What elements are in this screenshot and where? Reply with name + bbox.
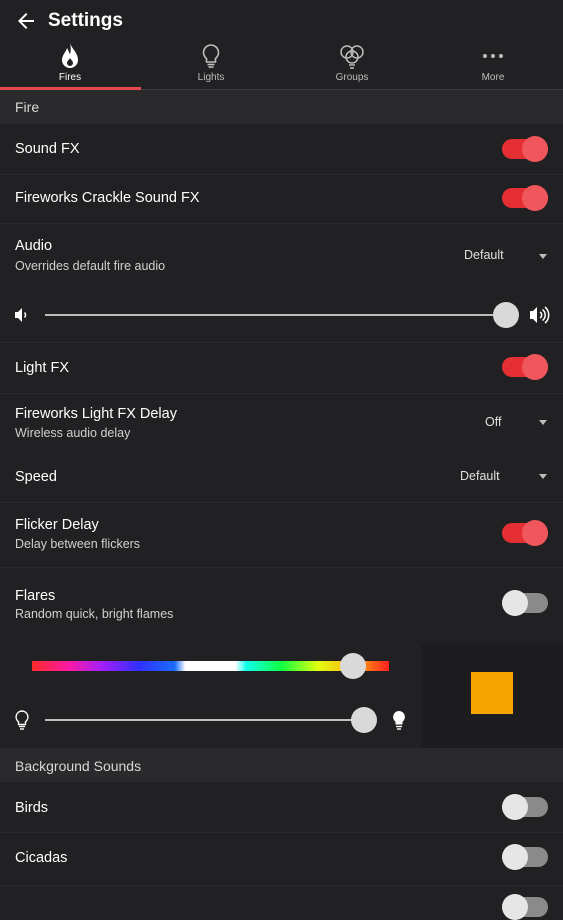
birds-toggle[interactable] xyxy=(502,794,548,820)
partial-toggle[interactable] xyxy=(502,894,548,920)
brightness-slider-thumb[interactable] xyxy=(351,707,377,733)
sound-fx-toggle[interactable] xyxy=(502,136,548,162)
setting-row-audio[interactable]: Audio Overrides default fire audio Defau… xyxy=(0,224,563,292)
volume-high-icon xyxy=(530,306,550,324)
groups-icon xyxy=(340,45,364,69)
bulb-bright-icon xyxy=(393,711,405,730)
setting-label: Audio xyxy=(15,238,53,254)
volume-low-icon xyxy=(15,308,27,322)
setting-label: Flares xyxy=(15,588,56,604)
flares-toggle[interactable] xyxy=(502,590,548,616)
audio-dropdown-value[interactable]: Default xyxy=(464,248,504,262)
setting-row-flicker-delay[interactable]: Flicker Delay Delay between flickers xyxy=(0,503,563,567)
setting-label: Light FX xyxy=(15,360,69,376)
flame-icon xyxy=(62,43,78,68)
more-dots-icon xyxy=(483,54,503,58)
setting-row-birds[interactable]: Birds xyxy=(0,782,563,832)
flicker-delay-toggle[interactable] xyxy=(502,520,548,546)
setting-row-speed[interactable]: Speed Default xyxy=(0,454,563,502)
hue-slider-track[interactable] xyxy=(32,661,389,671)
setting-sublabel: Delay between flickers xyxy=(15,537,141,551)
app-bar: Settings Fires Lights Groups More xyxy=(0,0,563,90)
tab-label: More xyxy=(481,72,505,83)
setting-row-cicadas[interactable]: Cicadas xyxy=(0,833,563,885)
brightness-slider-track[interactable] xyxy=(45,719,365,721)
setting-row-partial[interactable] xyxy=(0,886,563,920)
color-swatch[interactable] xyxy=(471,672,513,714)
volume-slider-track[interactable] xyxy=(45,314,507,316)
bulb-dim-icon xyxy=(15,710,29,730)
hue-slider-thumb[interactable] xyxy=(340,653,366,679)
tab-groups[interactable]: Groups xyxy=(282,40,422,88)
setting-row-light-fx[interactable]: Light FX xyxy=(0,343,563,393)
setting-label: Cicadas xyxy=(15,850,68,866)
setting-sublabel: Random quick, bright flames xyxy=(15,607,174,621)
setting-row-sound-fx[interactable]: Sound FX xyxy=(0,124,563,174)
crackle-sound-fx-toggle[interactable] xyxy=(502,185,548,211)
tab-label: Groups xyxy=(335,72,369,83)
light-fx-toggle[interactable] xyxy=(502,354,548,380)
tab-lights[interactable]: Lights xyxy=(141,40,281,88)
back-arrow-icon[interactable] xyxy=(14,9,38,33)
bulb-icon xyxy=(202,44,220,68)
setting-label: Fireworks Light FX Delay xyxy=(15,406,177,422)
tab-label: Lights xyxy=(197,72,225,83)
volume-slider-row xyxy=(0,292,563,342)
setting-row-flares[interactable]: Flares Random quick, bright flames xyxy=(0,568,563,643)
section-title: Fire xyxy=(15,99,40,115)
section-header-background-sounds: Background Sounds xyxy=(0,748,563,782)
setting-label: Sound FX xyxy=(15,141,80,157)
setting-label: Speed xyxy=(15,469,57,485)
setting-label: Birds xyxy=(15,800,49,816)
setting-row-light-fx-delay[interactable]: Fireworks Light FX Delay Wireless audio … xyxy=(0,394,563,454)
chevron-down-icon[interactable] xyxy=(539,474,547,479)
tab-fires[interactable]: Fires xyxy=(0,40,140,88)
setting-sublabel: Wireless audio delay xyxy=(15,426,131,440)
setting-row-crackle-sound-fx[interactable]: Fireworks Crackle Sound FX xyxy=(0,175,563,223)
chevron-down-icon[interactable] xyxy=(539,254,547,259)
section-title: Background Sounds xyxy=(15,758,142,774)
setting-label: Fireworks Crackle Sound FX xyxy=(15,190,200,206)
cicadas-toggle[interactable] xyxy=(502,844,548,870)
tab-label: Fires xyxy=(58,72,82,83)
speed-dropdown-value[interactable]: Default xyxy=(460,469,500,483)
setting-sublabel: Overrides default fire audio xyxy=(15,259,166,273)
setting-label: Flicker Delay xyxy=(15,517,99,533)
volume-slider-thumb[interactable] xyxy=(493,302,519,328)
light-fx-delay-dropdown-value[interactable]: Off xyxy=(485,415,501,429)
tab-more[interactable]: More xyxy=(423,40,563,88)
section-header-fire: Fire xyxy=(0,90,563,124)
chevron-down-icon[interactable] xyxy=(539,420,547,425)
page-title: Settings xyxy=(48,10,123,31)
